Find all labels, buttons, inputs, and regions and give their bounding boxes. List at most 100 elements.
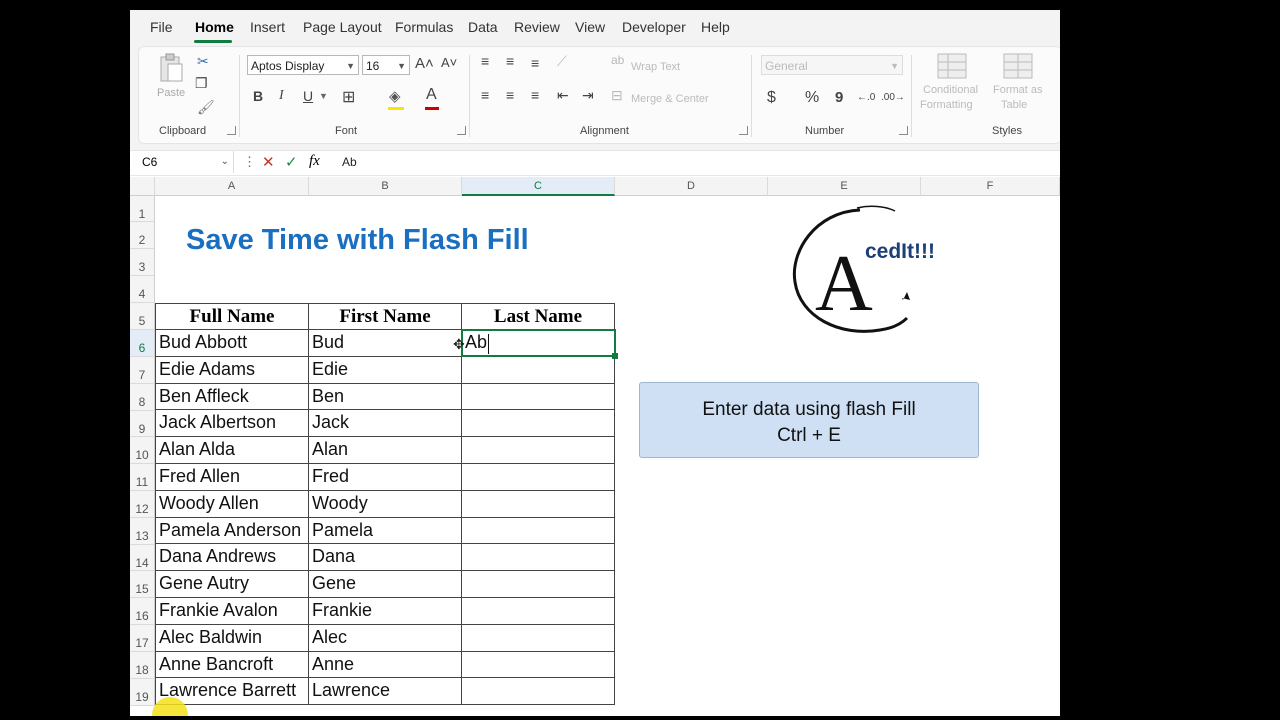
- cell-full-name[interactable]: Anne Bancroft: [155, 652, 309, 678]
- insert-function-icon[interactable]: fx: [309, 153, 320, 170]
- row-header[interactable]: 16: [130, 598, 155, 625]
- conditional-formatting-line2[interactable]: Formatting: [920, 99, 973, 111]
- row-header[interactable]: 6: [130, 330, 155, 357]
- underline-button[interactable]: U: [303, 88, 313, 104]
- cell-full-name[interactable]: Alec Baldwin: [155, 625, 309, 652]
- comma-style-button[interactable]: 9: [835, 89, 843, 106]
- cell-last-name[interactable]: [462, 571, 615, 598]
- tab-review[interactable]: Review: [514, 19, 560, 35]
- tab-data[interactable]: Data: [468, 19, 498, 35]
- cell-full-name[interactable]: Bud Abbott: [155, 330, 309, 357]
- cell-first-name[interactable]: Dana: [309, 544, 462, 571]
- cell-full-name[interactable]: Frankie Avalon: [155, 598, 309, 625]
- fill-color-icon[interactable]: ◈: [389, 87, 401, 105]
- cell-first-name[interactable]: Pamela: [309, 518, 462, 544]
- italic-button[interactable]: I: [279, 88, 284, 104]
- row-header[interactable]: 17: [130, 625, 155, 652]
- tab-page-layout[interactable]: Page Layout: [303, 19, 382, 35]
- cell-full-name[interactable]: Woody Allen: [155, 491, 309, 518]
- cell-first-name[interactable]: Ben: [309, 384, 462, 410]
- row-header[interactable]: 12: [130, 491, 155, 518]
- column-header-f[interactable]: F: [921, 177, 1060, 196]
- cell-last-name[interactable]: [462, 598, 615, 625]
- tab-help[interactable]: Help: [701, 19, 730, 35]
- row-header[interactable]: 13: [130, 518, 155, 545]
- row-header[interactable]: 3: [130, 249, 155, 276]
- column-header-b[interactable]: B: [309, 177, 462, 196]
- row-header[interactable]: 19: [130, 679, 155, 706]
- column-header-e[interactable]: E: [768, 177, 921, 196]
- align-left-icon[interactable]: ≡: [481, 87, 489, 103]
- row-header[interactable]: 18: [130, 652, 155, 679]
- borders-icon[interactable]: ⊞: [342, 87, 355, 107]
- column-header-c[interactable]: C: [462, 177, 615, 196]
- cell-last-name[interactable]: [462, 464, 615, 491]
- tab-home[interactable]: Home: [195, 19, 234, 35]
- bold-button[interactable]: B: [253, 88, 263, 104]
- cell-first-name[interactable]: Bud: [309, 330, 462, 357]
- cell-first-name[interactable]: Fred: [309, 464, 462, 491]
- cell-full-name[interactable]: Ben Affleck: [155, 384, 309, 410]
- cell-first-name[interactable]: Jack: [309, 410, 462, 437]
- cell-first-name[interactable]: Woody: [309, 491, 462, 518]
- wrap-text-icon[interactable]: ab: [611, 53, 624, 67]
- header-full-name[interactable]: Full Name: [155, 303, 309, 330]
- row-header[interactable]: 9: [130, 411, 155, 437]
- cell-first-name[interactable]: Alan: [309, 437, 462, 464]
- cell-full-name[interactable]: Edie Adams: [155, 357, 309, 384]
- paste-label[interactable]: Paste: [157, 87, 185, 99]
- row-header[interactable]: 5: [130, 303, 155, 330]
- tab-insert[interactable]: Insert: [250, 19, 285, 35]
- cell-last-name[interactable]: [462, 625, 615, 652]
- cell-full-name[interactable]: Jack Albertson: [155, 410, 309, 437]
- cell-full-name[interactable]: Fred Allen: [155, 464, 309, 491]
- font-name-select[interactable]: Aptos Display ▼: [247, 55, 359, 75]
- increase-decimal-icon[interactable]: ←.0: [857, 92, 875, 103]
- cell-last-name[interactable]: [462, 518, 615, 544]
- row-header[interactable]: 2: [130, 222, 155, 249]
- font-dialog-launcher-icon[interactable]: [457, 126, 466, 135]
- copy-icon[interactable]: ❐: [195, 75, 208, 92]
- tab-formulas[interactable]: Formulas: [395, 19, 453, 35]
- row-header[interactable]: 10: [130, 437, 155, 464]
- cell-last-name[interactable]: [462, 678, 615, 705]
- row-header[interactable]: 14: [130, 545, 155, 571]
- name-box[interactable]: C6 ⌄: [136, 151, 234, 173]
- format-as-table-icon[interactable]: [1003, 53, 1033, 79]
- column-header-a[interactable]: A: [155, 177, 309, 196]
- column-header-d[interactable]: D: [615, 177, 768, 196]
- fill-handle[interactable]: [612, 353, 618, 359]
- select-all-corner[interactable]: [130, 177, 155, 196]
- format-as-table-line1[interactable]: Format as: [993, 84, 1043, 96]
- merge-center-icon[interactable]: ⊟: [611, 87, 623, 104]
- tab-developer[interactable]: Developer: [622, 19, 686, 35]
- number-format-select[interactable]: General ▼: [761, 55, 903, 75]
- worksheet-grid[interactable]: A B C D E F 1 2 3 4 5 6 7 8 9 10 11 12 13 14 15 16 17 18 1…: [130, 176, 1060, 716]
- currency-button[interactable]: $: [767, 89, 776, 107]
- cell-full-name[interactable]: Dana Andrews: [155, 544, 309, 571]
- align-middle-icon[interactable]: ≡: [506, 53, 514, 69]
- cell-last-name[interactable]: [462, 357, 615, 384]
- conditional-formatting-icon[interactable]: [937, 53, 967, 79]
- tab-file[interactable]: File: [150, 19, 173, 35]
- cell-full-name[interactable]: Gene Autry: [155, 571, 309, 598]
- format-as-table-line2[interactable]: Table: [1001, 99, 1027, 111]
- decrease-indent-icon[interactable]: ⇤: [557, 87, 569, 104]
- format-painter-icon[interactable]: 🖌: [197, 99, 215, 116]
- merge-center-button[interactable]: Merge & Center: [631, 93, 709, 105]
- orientation-icon[interactable]: ⟋: [557, 53, 567, 70]
- cell-full-name[interactable]: Alan Alda: [155, 437, 309, 464]
- wrap-text-button[interactable]: Wrap Text: [631, 61, 680, 73]
- align-top-icon[interactable]: ≡: [481, 53, 489, 69]
- cell-last-name[interactable]: [462, 410, 615, 437]
- row-header[interactable]: 1: [130, 196, 155, 222]
- confirm-entry-icon[interactable]: ✓: [285, 153, 298, 171]
- cancel-entry-icon[interactable]: ✕: [262, 153, 275, 171]
- cell-first-name[interactable]: Edie: [309, 357, 462, 384]
- cell-first-name[interactable]: Gene: [309, 571, 462, 598]
- cell-last-name[interactable]: [462, 437, 615, 464]
- clipboard-dialog-launcher-icon[interactable]: [227, 126, 236, 135]
- align-center-icon[interactable]: ≡: [506, 87, 514, 103]
- paste-icon[interactable]: [157, 53, 185, 83]
- alignment-dialog-launcher-icon[interactable]: [739, 126, 748, 135]
